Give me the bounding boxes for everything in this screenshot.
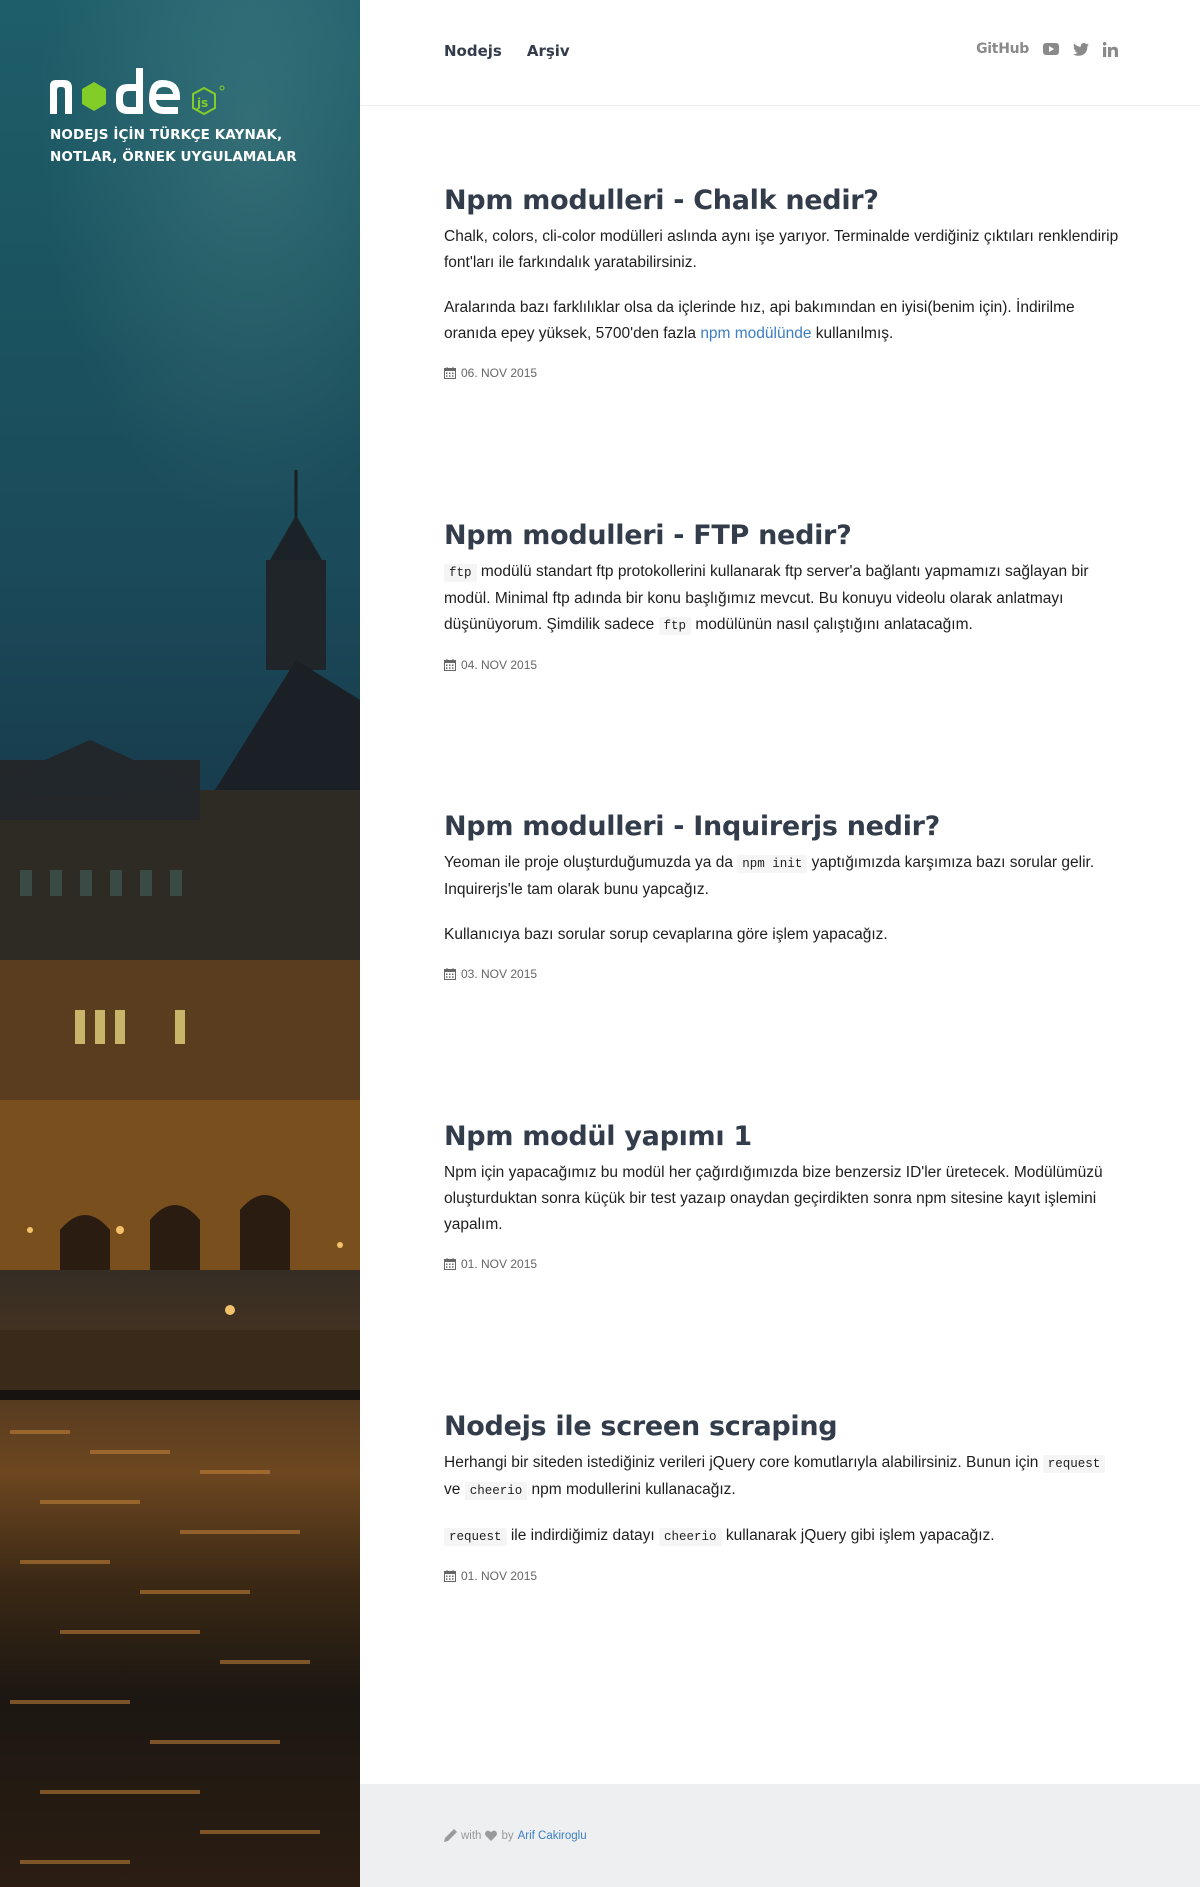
post-title[interactable]: Npm modulleri - Chalk nedir? — [444, 184, 1120, 218]
post-date: 03. NOV 2015 — [444, 967, 1120, 981]
excerpt-text: npm modullerini kullanacağız. — [527, 1481, 736, 1498]
excerpt-text: Yeoman ile proje oluşturduğumuzda ya da — [444, 854, 738, 871]
footer-by-text: by — [501, 1829, 514, 1842]
heart-icon — [485, 1830, 498, 1841]
inline-code: request — [1042, 1455, 1106, 1473]
excerpt-text: kullanarak jQuery gibi işlem yapacağız. — [721, 1527, 995, 1544]
main-nav: Nodejs Arşiv — [444, 42, 570, 60]
inline-code: ftp — [444, 564, 477, 582]
date-text: 04. NOV 2015 — [461, 658, 538, 672]
nodejs-logo[interactable]: js — [50, 66, 235, 118]
post-excerpt: ftp modülü standart ftp protokollerini k… — [444, 559, 1120, 639]
excerpt-text: kullanılmış. — [811, 325, 894, 342]
post-excerpt: Aralarında bazı farklılıklar olsa da içl… — [444, 295, 1120, 347]
inline-code: npm init — [737, 855, 808, 873]
excerpt-text: Herhangi bir siteden istediğiniz veriler… — [444, 1454, 1043, 1471]
calendar-icon — [444, 968, 456, 980]
calendar-icon — [444, 367, 456, 379]
inline-code: cheerio — [464, 1482, 528, 1500]
excerpt-text: ile indirdiğimiz datayı — [506, 1527, 659, 1544]
footer-with-text: with — [461, 1829, 482, 1842]
excerpt-text: modülünün nasıl çalıştığını anlatacağım. — [691, 616, 973, 633]
footer: with by Arif Cakiroglu — [360, 1784, 1200, 1887]
inline-code: request — [444, 1528, 507, 1546]
inline-code: cheerio — [659, 1528, 722, 1546]
author-link[interactable]: Arif Cakiroglu — [518, 1830, 587, 1842]
top-header: Nodejs Arşiv GitHub — [360, 0, 1200, 106]
youtube-icon[interactable] — [1043, 43, 1059, 55]
calendar-icon — [444, 659, 456, 671]
date-text: 06. NOV 2015 — [461, 366, 538, 380]
post-excerpt: request ile indirdiğimiz datayı cheerio … — [444, 1523, 1120, 1550]
post-excerpt: Kullanıcıya bazı sorular sorup cevapları… — [444, 926, 888, 943]
post-excerpt: Herhangi bir siteden istediğiniz veriler… — [444, 1450, 1120, 1504]
post-title[interactable]: Npm modulleri - FTP nedir? — [444, 519, 1120, 553]
post-title[interactable]: Nodejs ile screen scraping — [444, 1410, 1120, 1444]
post-title[interactable]: Npm modül yapımı 1 — [444, 1120, 1120, 1154]
date-text: 01. NOV 2015 — [461, 1569, 538, 1583]
social-links: GitHub — [976, 41, 1118, 57]
footer-credit: with by Arif Cakiroglu — [444, 1829, 587, 1842]
nav-item-nodejs[interactable]: Nodejs — [444, 42, 502, 60]
date-text: 03. NOV 2015 — [461, 967, 538, 981]
post-excerpt: Npm için yapacağımız bu modül her çağırd… — [444, 1164, 1103, 1233]
post-date: 01. NOV 2015 — [444, 1257, 1120, 1271]
post-chalk: Npm modulleri - Chalk nedir? Chalk, colo… — [444, 184, 1120, 380]
sidebar: js NODEJS İÇİN TÜRKÇE KAYNAK, NOTLAR, ÖR… — [0, 0, 360, 1887]
calendar-icon — [444, 1258, 456, 1270]
post-ftp: Npm modulleri - FTP nedir? ftp modülü st… — [444, 519, 1120, 672]
post-excerpt: Chalk, colors, cli-color modülleri aslın… — [444, 228, 1119, 271]
post-inquirerjs: Npm modulleri - Inquirerjs nedir? Yeoman… — [444, 810, 1120, 981]
date-text: 01. NOV 2015 — [461, 1257, 538, 1271]
twitter-icon[interactable] — [1073, 42, 1089, 56]
linkedin-icon[interactable] — [1103, 41, 1118, 57]
post-date: 01. NOV 2015 — [444, 1569, 1120, 1583]
github-link[interactable]: GitHub — [976, 41, 1029, 57]
post-excerpt: Yeoman ile proje oluşturduğumuzda ya da … — [444, 850, 1120, 903]
nav-item-arsiv[interactable]: Arşiv — [527, 42, 570, 60]
post-screen-scraping: Nodejs ile screen scraping Herhangi bir … — [444, 1410, 1120, 1583]
post-date: 04. NOV 2015 — [444, 658, 1120, 672]
npm-module-link[interactable]: npm modülünde — [700, 325, 811, 342]
inline-code: ftp — [658, 617, 692, 635]
calendar-icon — [444, 1570, 456, 1582]
site-tagline: NODEJS İÇİN TÜRKÇE KAYNAK, NOTLAR, ÖRNEK… — [50, 127, 297, 165]
post-date: 06. NOV 2015 — [444, 366, 1120, 380]
post-npm-module: Npm modül yapımı 1 Npm için yapacağımız … — [444, 1120, 1120, 1271]
post-title[interactable]: Npm modulleri - Inquirerjs nedir? — [444, 810, 1120, 844]
svg-text:js: js — [196, 96, 208, 110]
pencil-icon — [444, 1829, 457, 1842]
excerpt-text: ve — [444, 1481, 465, 1498]
sidebar-background-image — [0, 470, 360, 1864]
